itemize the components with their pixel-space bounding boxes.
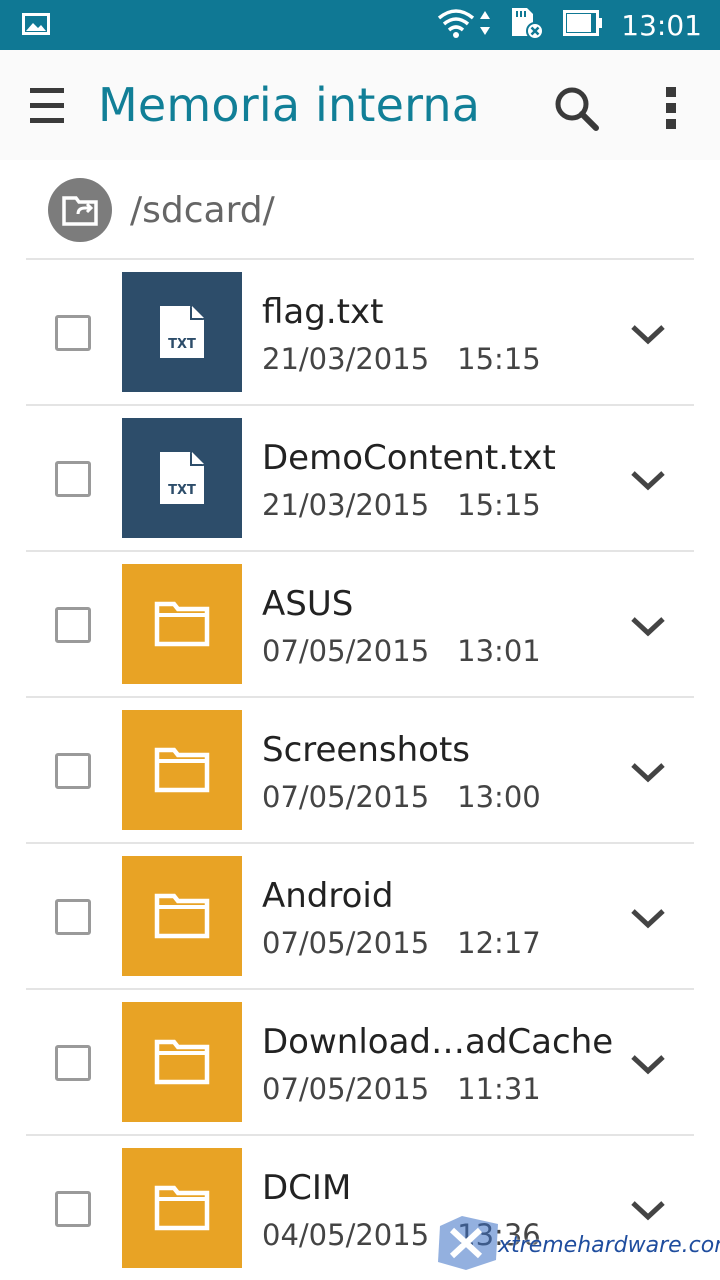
chevron-down-icon[interactable] (626, 312, 670, 356)
folder-back-icon[interactable] (48, 178, 112, 242)
folder-icon (122, 1148, 242, 1268)
status-bar: 13:01 (0, 0, 720, 50)
file-list: TXT flag.txt 21/03/2015 15:15 TXT DemoCon… (0, 258, 720, 1280)
current-path: /sdcard/ (130, 190, 275, 231)
file-meta: 07/05/2015 12:17 (262, 926, 541, 960)
file-date: 21/03/2015 (262, 488, 430, 522)
file-meta: 21/03/2015 15:15 (262, 488, 541, 522)
file-name: Download…adCache (262, 1022, 614, 1062)
file-time: 13:00 (457, 780, 541, 814)
chevron-down-icon[interactable] (626, 458, 670, 502)
folder-icon (122, 1002, 242, 1122)
clock: 13:01 (621, 8, 702, 42)
folder-icon (122, 856, 242, 976)
folder-icon (122, 710, 242, 830)
select-checkbox[interactable] (55, 607, 91, 643)
wifi-icon (437, 8, 475, 43)
list-item[interactable]: Download…adCache 07/05/2015 11:31 (0, 988, 720, 1134)
list-item[interactable]: Android 07/05/2015 12:17 (0, 842, 720, 988)
file-date: 07/05/2015 (262, 634, 430, 668)
select-checkbox[interactable] (55, 1191, 91, 1227)
file-date: 07/05/2015 (262, 1072, 430, 1106)
file-name: flag.txt (262, 292, 384, 332)
file-name: Screenshots (262, 730, 471, 770)
file-name: DCIM (262, 1168, 352, 1208)
list-item[interactable]: TXT flag.txt 21/03/2015 15:15 (0, 258, 720, 404)
svg-text:TXT: TXT (168, 483, 196, 498)
watermark-text: xtremehardware.com (498, 1232, 720, 1258)
file-meta: 07/05/2015 13:01 (262, 634, 541, 668)
select-checkbox[interactable] (55, 315, 91, 351)
page-title: Memoria interna (98, 78, 481, 132)
watermark: xtremehardware.com (436, 1215, 720, 1275)
chevron-down-icon[interactable] (626, 1042, 670, 1086)
file-name: Android (262, 876, 394, 916)
menu-icon[interactable] (30, 86, 70, 126)
txt-file-icon: TXT (122, 418, 242, 538)
path-bar: /sdcard/ (0, 160, 720, 260)
chevron-down-icon[interactable] (626, 750, 670, 794)
file-date: 21/03/2015 (262, 342, 430, 376)
watermark-logo-icon (436, 1215, 502, 1275)
gallery-notification-icon (22, 13, 50, 40)
txt-file-icon: TXT (122, 272, 242, 392)
file-time: 13:01 (457, 634, 541, 668)
select-checkbox[interactable] (55, 461, 91, 497)
file-meta: 07/05/2015 11:31 (262, 1072, 541, 1106)
battery-icon (563, 9, 603, 41)
sd-card-error-icon (509, 6, 545, 45)
file-date: 07/05/2015 (262, 926, 430, 960)
file-date: 04/05/2015 (262, 1218, 430, 1252)
file-date: 07/05/2015 (262, 780, 430, 814)
file-name: ASUS (262, 584, 354, 624)
select-checkbox[interactable] (55, 753, 91, 789)
file-name: DemoContent.txt (262, 438, 556, 478)
file-time: 12:17 (457, 926, 541, 960)
data-arrows-icon (479, 10, 491, 41)
file-time: 15:15 (457, 488, 541, 522)
list-item[interactable]: Screenshots 07/05/2015 13:00 (0, 696, 720, 842)
list-item[interactable]: TXT DemoContent.txt 21/03/2015 15:15 (0, 404, 720, 550)
svg-text:TXT: TXT (168, 337, 196, 352)
chevron-down-icon[interactable] (626, 604, 670, 648)
file-meta: 21/03/2015 15:15 (262, 342, 541, 376)
folder-icon (122, 564, 242, 684)
list-item[interactable]: ASUS 07/05/2015 13:01 (0, 550, 720, 696)
select-checkbox[interactable] (55, 899, 91, 935)
file-meta: 07/05/2015 13:00 (262, 780, 541, 814)
more-vert-icon[interactable] (660, 84, 684, 132)
select-checkbox[interactable] (55, 1045, 91, 1081)
chevron-down-icon[interactable] (626, 896, 670, 940)
file-time: 15:15 (457, 342, 541, 376)
app-bar: Memoria interna (0, 50, 720, 160)
search-icon[interactable] (552, 84, 600, 132)
file-time: 11:31 (457, 1072, 541, 1106)
